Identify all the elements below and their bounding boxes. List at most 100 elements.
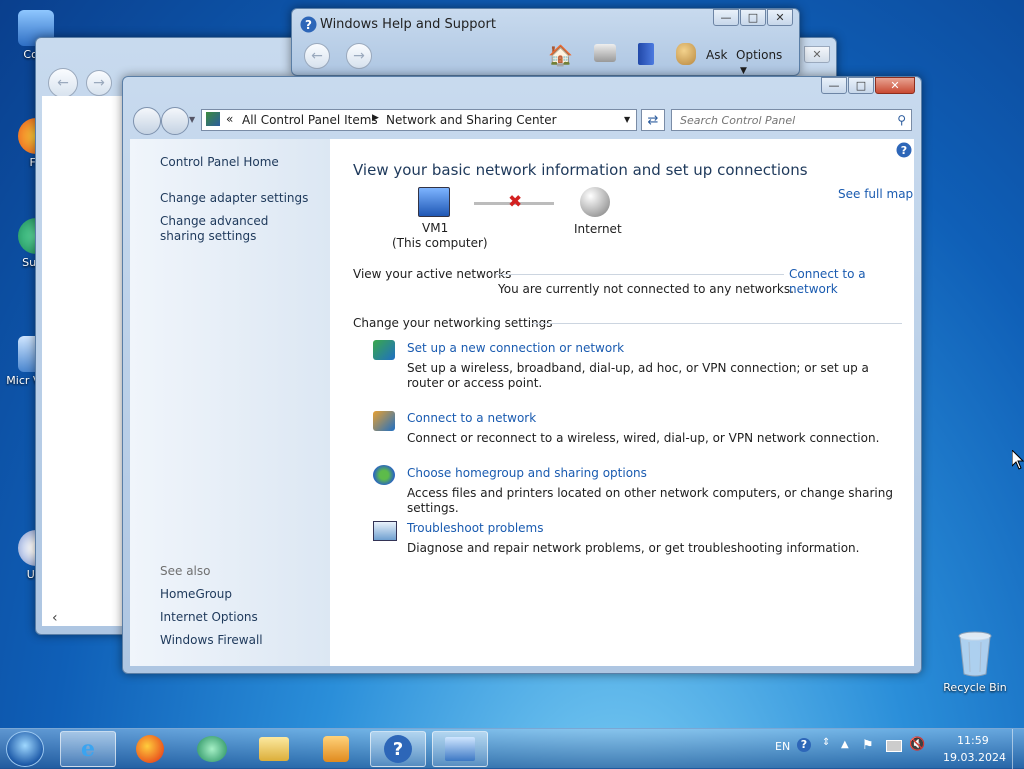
control-panel-home-link[interactable]: Control Panel Home — [160, 155, 279, 170]
breadcrumb-all-items[interactable]: All Control Panel Items — [242, 113, 378, 127]
refresh-icon: ⇄ — [647, 112, 659, 128]
computer-icon — [418, 187, 450, 217]
see-also-heading: See also — [160, 564, 211, 578]
taskbar-media-player[interactable] — [308, 731, 364, 767]
action-center-flag-icon[interactable]: ⚑ — [862, 738, 874, 753]
windows-firewall-link[interactable]: Windows Firewall — [160, 633, 263, 648]
explorer-back-button[interactable]: ← — [48, 68, 78, 98]
refresh-button[interactable]: ⇄ — [641, 109, 665, 131]
explorer-close-button[interactable]: ✕ — [804, 46, 830, 63]
network-status-icon[interactable] — [886, 740, 902, 752]
home-icon[interactable]: 🏠 — [548, 43, 573, 67]
taskbar-firefox[interactable] — [122, 731, 178, 767]
internet-label: Internet — [574, 222, 622, 236]
see-full-map-link[interactable]: See full map — [838, 187, 913, 202]
back-button[interactable] — [133, 107, 161, 135]
help-window[interactable]: ? Windows Help and Support — □ ✕ ← → 🏠 A… — [291, 8, 800, 76]
app-icon — [197, 736, 227, 762]
homegroup-link[interactable]: HomeGroup — [160, 587, 232, 602]
help-icon: ? — [300, 16, 317, 33]
divider — [532, 323, 902, 324]
help-maximize-button[interactable]: □ — [740, 9, 766, 26]
computer-subtitle: (This computer) — [392, 236, 488, 250]
left-pane: Control Panel Home Change adapter settin… — [130, 139, 330, 666]
divider — [496, 274, 784, 275]
breadcrumb-network-center[interactable]: Network and Sharing Center — [386, 113, 557, 127]
control-panel-window[interactable]: — □ ✕ ▼ « All Control Panel Items ▶ Netw… — [122, 76, 922, 674]
taskbar-control-panel[interactable] — [432, 731, 488, 767]
search-icon[interactable]: ⚲ — [897, 113, 906, 127]
help-icon: ? — [384, 735, 412, 763]
address-bar[interactable]: « All Control Panel Items ▶ Network and … — [201, 109, 637, 131]
page-title: View your basic network information and … — [353, 161, 808, 179]
language-indicator[interactable]: EN — [775, 740, 790, 753]
internet-explorer-icon: e — [81, 736, 95, 762]
minimize-button[interactable]: — — [821, 77, 847, 94]
show-desktop-button[interactable] — [1012, 729, 1024, 769]
help-minimize-button[interactable]: — — [713, 9, 739, 26]
control-panel-icon — [206, 112, 220, 126]
mouse-cursor-icon — [1012, 450, 1024, 470]
firefox-icon — [136, 735, 164, 763]
taskbar: e ? EN ? ⇕ ▲ ⚑ 🔇 11:59 19.03.2024 — [0, 728, 1024, 769]
svg-text:?: ? — [305, 18, 312, 32]
settings-section-label: Change your networking settings — [353, 316, 553, 330]
active-networks-label: View your active networks — [353, 267, 512, 281]
clock-date[interactable]: 19.03.2024 — [943, 751, 1006, 764]
maximize-button[interactable]: □ — [848, 77, 874, 94]
help-icon[interactable]: ? — [896, 142, 912, 158]
print-icon[interactable] — [594, 44, 616, 62]
troubleshoot-description: Diagnose and repair network problems, or… — [407, 541, 860, 555]
connect-to-network-link[interactable]: Connect to a network — [789, 267, 914, 297]
explorer-content — [42, 96, 122, 626]
computer-name: VM1 — [422, 221, 449, 235]
options-label: Options — [736, 48, 783, 62]
ask-icon[interactable] — [676, 43, 696, 65]
troubleshoot-link[interactable]: Troubleshoot problems — [407, 521, 543, 536]
globe-icon — [580, 187, 610, 217]
new-connection-icon — [373, 340, 395, 360]
close-button[interactable]: ✕ — [875, 77, 915, 94]
clock-time[interactable]: 11:59 — [957, 734, 989, 747]
search-box[interactable]: ⚲ — [671, 109, 912, 131]
connect-network-description: Connect or reconnect to a wireless, wire… — [407, 431, 880, 445]
scroll-left-icon[interactable]: ‹ — [52, 610, 72, 626]
connect-network-task-link[interactable]: Connect to a network — [407, 411, 536, 426]
folder-icon — [259, 737, 289, 761]
address-dropdown-icon[interactable]: ▼ — [624, 115, 630, 124]
setup-connection-description: Set up a wireless, broadband, dial-up, a… — [407, 361, 869, 390]
show-hidden-icons-icon[interactable]: ▲ — [841, 739, 849, 750]
change-advanced-sharing-link[interactable]: Change advanced sharing settings — [160, 214, 310, 244]
ask-button[interactable]: Ask — [706, 48, 727, 62]
search-input[interactable] — [678, 113, 892, 128]
desktop-icon-recycle-bin[interactable]: Recycle Bin — [940, 630, 1010, 694]
setup-connection-link[interactable]: Set up a new connection or network — [407, 341, 624, 356]
help-forward-button[interactable]: → — [346, 43, 372, 69]
breadcrumb-overflow-icon[interactable]: « — [226, 112, 233, 126]
homegroup-options-link[interactable]: Choose homegroup and sharing options — [407, 466, 647, 481]
disconnected-x-icon: ✖ — [508, 192, 523, 212]
explorer-forward-button[interactable]: → — [86, 70, 112, 96]
forward-button[interactable] — [161, 107, 189, 135]
volume-muted-icon[interactable]: 🔇 — [909, 737, 925, 752]
connect-network-icon — [373, 411, 395, 431]
options-button[interactable]: Options ▼ — [736, 48, 793, 76]
browse-help-icon[interactable] — [638, 43, 654, 65]
help-back-button[interactable]: ← — [304, 43, 330, 69]
start-button[interactable] — [6, 731, 44, 767]
taskbar-app[interactable] — [184, 731, 240, 767]
help-close-button[interactable]: ✕ — [767, 9, 793, 26]
not-connected-message: You are currently not connected to any n… — [498, 282, 794, 296]
taskbar-explorer[interactable] — [246, 731, 302, 767]
tray-network-icon[interactable]: ⇕ — [822, 737, 830, 748]
recycle-bin-label: Recycle Bin — [943, 681, 1007, 694]
recycle-bin-icon — [958, 631, 992, 677]
internet-options-link[interactable]: Internet Options — [160, 610, 258, 625]
change-adapter-settings-link[interactable]: Change adapter settings — [160, 191, 308, 206]
taskbar-ie[interactable]: e — [60, 731, 116, 767]
help-tray-icon[interactable]: ? — [797, 738, 811, 752]
taskbar-help[interactable]: ? — [370, 731, 426, 767]
chevron-down-icon[interactable]: ▼ — [189, 115, 195, 124]
homegroup-options-description: Access files and printers located on oth… — [407, 486, 893, 515]
breadcrumb-separator-icon[interactable]: ▶ — [372, 113, 379, 123]
